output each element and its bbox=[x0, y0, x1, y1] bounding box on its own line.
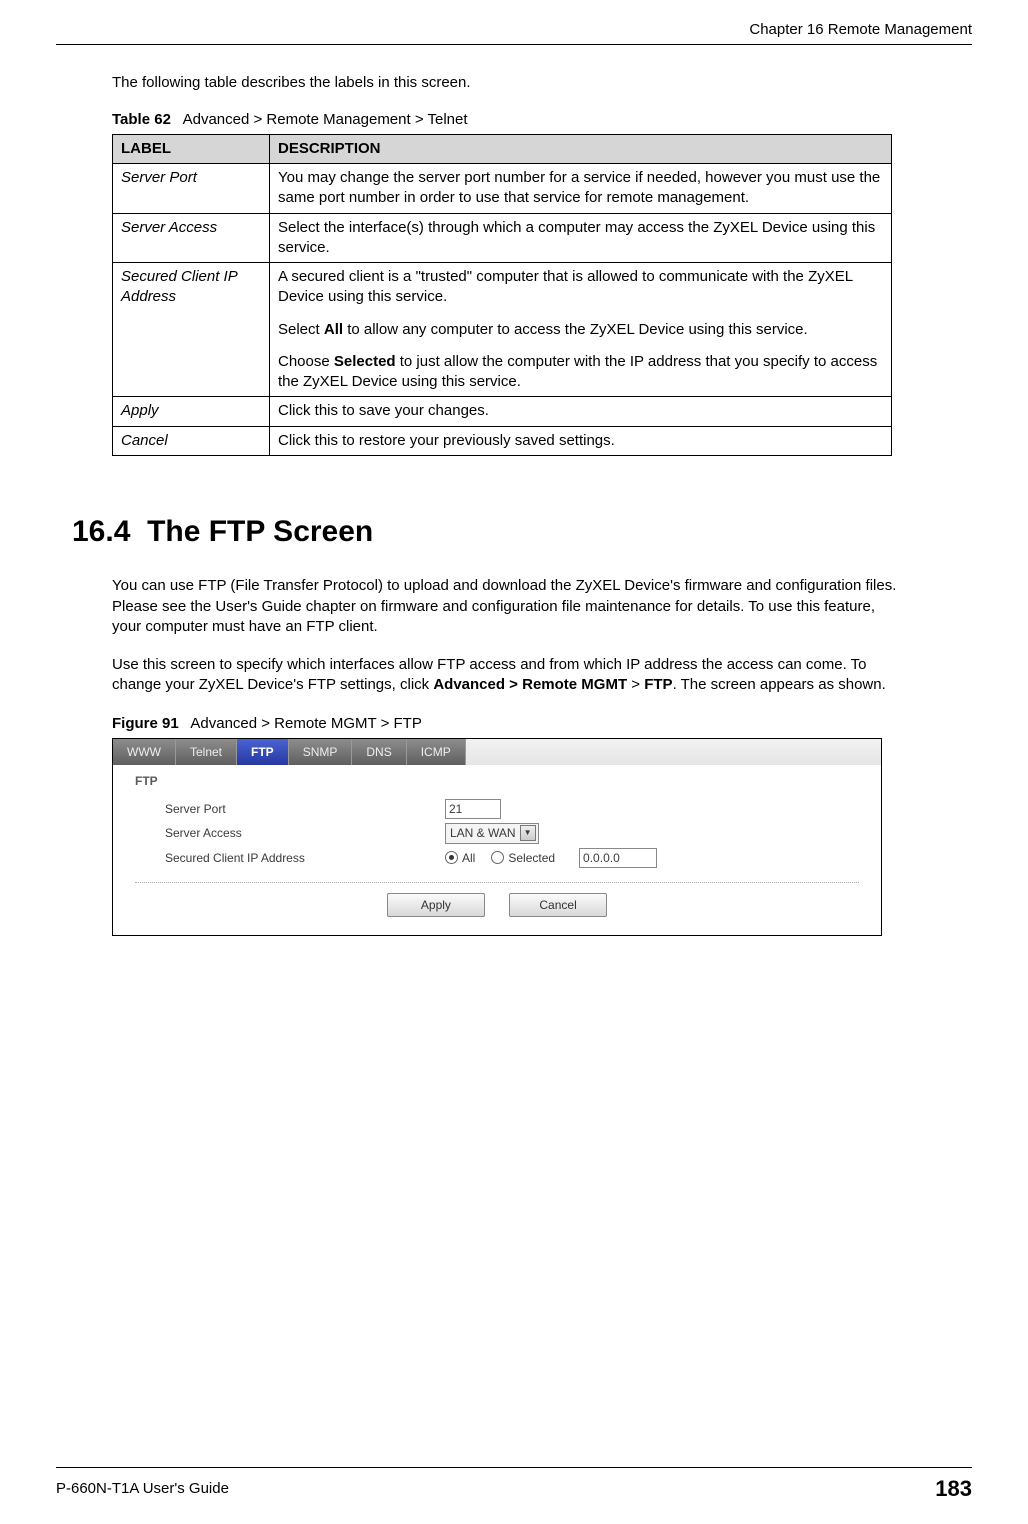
page-footer: P-660N-T1A User's Guide 183 bbox=[56, 1467, 972, 1504]
row-secured-client: Secured Client IP Address All Selected 0… bbox=[165, 848, 859, 868]
tab-bar: WWW Telnet FTP SNMP DNS ICMP bbox=[113, 739, 881, 765]
paragraph: You can use FTP (File Transfer Protocol)… bbox=[112, 576, 902, 637]
radio-selected-label: Selected bbox=[508, 850, 555, 866]
footer-guide: P-660N-T1A User's Guide bbox=[56, 1479, 229, 1499]
paragraph: Use this screen to specify which interfa… bbox=[112, 655, 902, 696]
row-desc: Click this to save your changes. bbox=[270, 397, 892, 426]
secured-client-label: Secured Client IP Address bbox=[165, 850, 445, 866]
row-desc: Click this to restore your previously sa… bbox=[270, 426, 892, 455]
tab-snmp[interactable]: SNMP bbox=[289, 739, 353, 765]
table-row: Server Port You may change the server po… bbox=[113, 164, 892, 214]
figure-caption: Figure 91 Advanced > Remote MGMT > FTP bbox=[112, 714, 972, 734]
server-access-label: Server Access bbox=[165, 825, 445, 841]
apply-button[interactable]: Apply bbox=[387, 893, 485, 917]
figure-screenshot: WWW Telnet FTP SNMP DNS ICMP FTP Server … bbox=[112, 738, 882, 936]
table-title: Advanced > Remote Management > Telnet bbox=[183, 111, 468, 128]
row-label: Server Port bbox=[113, 164, 270, 214]
desc-p1: A secured client is a "trusted" computer… bbox=[278, 267, 883, 308]
row-label: Server Access bbox=[113, 213, 270, 263]
table-row: Apply Click this to save your changes. bbox=[113, 397, 892, 426]
row-server-port: Server Port 21 bbox=[165, 799, 859, 819]
table-label: Table 62 bbox=[112, 111, 171, 128]
row-label: Secured Client IP Address bbox=[113, 263, 270, 397]
radio-selected[interactable] bbox=[491, 851, 504, 864]
table-row: Secured Client IP Address A secured clie… bbox=[113, 263, 892, 397]
server-port-input[interactable]: 21 bbox=[445, 799, 501, 819]
ip-input[interactable]: 0.0.0.0 bbox=[579, 848, 657, 868]
radio-all-group[interactable]: All bbox=[445, 850, 475, 866]
tab-www[interactable]: WWW bbox=[113, 739, 176, 765]
row-label: Apply bbox=[113, 397, 270, 426]
button-row: Apply Cancel bbox=[135, 882, 859, 917]
table-row: Server Access Select the interface(s) th… bbox=[113, 213, 892, 263]
figure-label: Figure 91 bbox=[112, 715, 179, 732]
section-number: 16.4 bbox=[72, 515, 130, 548]
server-access-value: LAN & WAN bbox=[450, 825, 516, 841]
th-label: LABEL bbox=[113, 134, 270, 163]
page-content: The following table describes the labels… bbox=[56, 73, 972, 936]
server-access-select[interactable]: LAN & WAN ▼ bbox=[445, 823, 539, 843]
row-desc: Select the interface(s) through which a … bbox=[270, 213, 892, 263]
ftp-panel: FTP Server Port 21 Server Access LAN & W… bbox=[113, 765, 881, 935]
radio-selected-group[interactable]: Selected bbox=[491, 850, 555, 866]
tab-telnet[interactable]: Telnet bbox=[176, 739, 237, 765]
intro-text: The following table describes the labels… bbox=[112, 73, 972, 93]
chevron-down-icon: ▼ bbox=[520, 825, 536, 841]
row-desc: You may change the server port number fo… bbox=[270, 164, 892, 214]
desc-p3: Choose Selected to just allow the comput… bbox=[278, 352, 883, 393]
cancel-button[interactable]: Cancel bbox=[509, 893, 607, 917]
table-caption: Table 62 Advanced > Remote Management > … bbox=[112, 110, 972, 130]
tab-icmp[interactable]: ICMP bbox=[407, 739, 466, 765]
th-desc: DESCRIPTION bbox=[270, 134, 892, 163]
radio-all[interactable] bbox=[445, 851, 458, 864]
figure-title: Advanced > Remote MGMT > FTP bbox=[190, 715, 421, 732]
tab-ftp[interactable]: FTP bbox=[237, 739, 289, 765]
radio-all-label: All bbox=[462, 850, 475, 866]
section-heading: 16.4 The FTP Screen bbox=[72, 512, 972, 553]
page-number: 183 bbox=[935, 1474, 972, 1504]
row-label: Cancel bbox=[113, 426, 270, 455]
page-header: Chapter 16 Remote Management bbox=[56, 20, 972, 45]
row-desc: A secured client is a "trusted" computer… bbox=[270, 263, 892, 397]
server-port-label: Server Port bbox=[165, 801, 445, 817]
description-table: LABEL DESCRIPTION Server Port You may ch… bbox=[112, 134, 892, 456]
section-title: The FTP Screen bbox=[147, 515, 373, 548]
panel-title: FTP bbox=[135, 773, 859, 789]
table-row: Cancel Click this to restore your previo… bbox=[113, 426, 892, 455]
chapter-title: Chapter 16 Remote Management bbox=[749, 21, 972, 38]
tab-dns[interactable]: DNS bbox=[352, 739, 406, 765]
desc-p2: Select All to allow any computer to acce… bbox=[278, 320, 883, 340]
row-server-access: Server Access LAN & WAN ▼ bbox=[165, 823, 859, 843]
table-header-row: LABEL DESCRIPTION bbox=[113, 134, 892, 163]
